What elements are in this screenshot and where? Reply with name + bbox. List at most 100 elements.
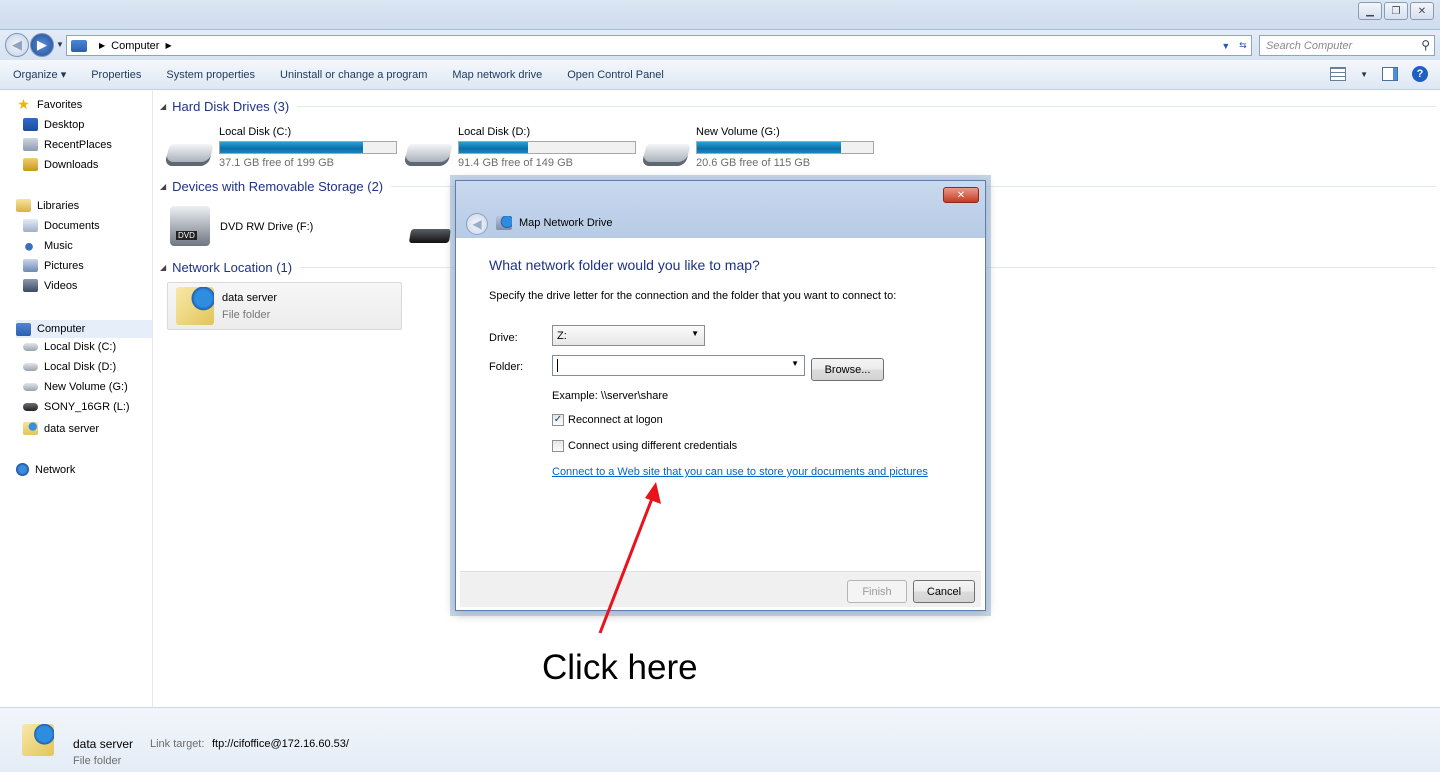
sidebar-item-label: Music xyxy=(44,239,73,252)
text-caret xyxy=(557,359,558,372)
uninstall-program-button[interactable]: Uninstall or change a program xyxy=(267,69,439,81)
view-dropdown-icon[interactable]: ▼ xyxy=(1360,70,1368,79)
computer-icon xyxy=(16,322,31,336)
close-icon[interactable]: ✕ xyxy=(1410,2,1434,20)
annotation-arrow-head xyxy=(645,482,661,504)
sidebar-item-disk-d[interactable]: Local Disk (D:) xyxy=(23,361,116,373)
network-location-tile[interactable]: data server File folder xyxy=(167,282,402,330)
sidebar-item-music[interactable]: Music xyxy=(23,239,73,252)
map-network-drive-button[interactable]: Map network drive xyxy=(439,69,554,81)
minimize-icon[interactable]: ▁ xyxy=(1358,2,1382,20)
organize-menu[interactable]: Organize ▾ xyxy=(0,68,78,81)
web-site-link[interactable]: Connect to a Web site that you can use t… xyxy=(552,466,928,478)
sidebar-item-recent-places[interactable]: RecentPlaces xyxy=(23,138,112,151)
reconnect-checkbox-row[interactable]: ✓ Reconnect at logon xyxy=(552,414,663,426)
usb-drive-icon[interactable] xyxy=(408,229,452,243)
sidebar-item-data-server[interactable]: data server xyxy=(23,422,99,435)
help-icon[interactable]: ? xyxy=(1412,66,1428,82)
browse-button[interactable]: Browse... xyxy=(811,358,884,381)
forward-button[interactable]: ▶ xyxy=(30,33,54,57)
breadcrumb-computer[interactable]: Computer xyxy=(111,40,159,52)
sidebar-item-network[interactable]: Network xyxy=(16,463,75,476)
cancel-button[interactable]: Cancel xyxy=(913,580,975,603)
drive-tile-d[interactable]: Local Disk (D:) 91.4 GB free of 149 GB xyxy=(403,126,636,176)
sidebar-item-sony-l[interactable]: SONY_16GR (L:) xyxy=(23,401,130,413)
refresh-icon[interactable]: ⇆ xyxy=(1239,40,1247,51)
sidebar-item-downloads[interactable]: Downloads xyxy=(23,158,98,171)
system-properties-button[interactable]: System properties xyxy=(153,69,267,81)
sidebar-item-documents[interactable]: Documents xyxy=(23,219,100,232)
sidebar-item-pictures[interactable]: Pictures xyxy=(23,259,84,272)
drive-usage-bar xyxy=(219,141,397,154)
properties-button[interactable]: Properties xyxy=(78,69,153,81)
search-input[interactable]: Search Computer ⚲ xyxy=(1259,35,1435,56)
dialog-close-button[interactable]: ✕ xyxy=(943,187,979,203)
restore-icon[interactable]: ❐ xyxy=(1384,2,1408,20)
sidebar-item-computer[interactable]: Computer xyxy=(16,320,152,338)
reconnect-checkbox[interactable]: ✓ xyxy=(552,414,564,426)
search-icon[interactable]: ⚲ xyxy=(1421,38,1430,52)
recent-places-icon xyxy=(23,138,38,151)
credentials-label: Connect using different credentials xyxy=(568,440,738,452)
sidebar-item-desktop[interactable]: Desktop xyxy=(23,118,84,131)
dialog-title: Map Network Drive xyxy=(519,217,613,229)
drive-name: New Volume (G:) xyxy=(696,126,780,138)
drive-tile-c[interactable]: Local Disk (C:) 37.1 GB free of 199 GB xyxy=(164,126,397,176)
network-icon xyxy=(16,463,29,476)
back-button[interactable]: ◀ xyxy=(5,33,29,57)
drive-letter-select[interactable]: Z: ▼ xyxy=(552,325,705,346)
change-view-icon[interactable] xyxy=(1330,67,1347,81)
sidebar-item-label: Computer xyxy=(37,323,86,335)
credentials-checkbox[interactable] xyxy=(552,440,564,452)
search-placeholder: Search Computer xyxy=(1266,39,1353,52)
sidebar-item-libraries[interactable]: Libraries xyxy=(16,199,79,212)
chevron-down-icon[interactable]: ▼ xyxy=(791,359,799,368)
sidebar-item-label: data server xyxy=(44,422,100,435)
network-location-type: File folder xyxy=(222,309,271,321)
open-control-panel-button[interactable]: Open Control Panel xyxy=(554,69,676,81)
dialog-back-button[interactable]: ◀ xyxy=(466,213,488,235)
collapse-triangle-icon[interactable]: ◢ xyxy=(160,102,166,111)
sidebar-item-label: Favorites xyxy=(37,98,83,111)
drive-label: Drive: xyxy=(489,332,518,344)
collapse-triangle-icon[interactable]: ◢ xyxy=(160,182,166,191)
drive-free-space: 91.4 GB free of 149 GB xyxy=(458,157,573,169)
group-title: Network Location (1) xyxy=(172,260,293,275)
reconnect-label: Reconnect at logon xyxy=(568,414,663,426)
group-header-hard-disks[interactable]: ◢ Hard Disk Drives (3) xyxy=(160,99,1436,114)
dvd-drive-label[interactable]: DVD RW Drive (F:) xyxy=(220,221,313,233)
preview-pane-icon[interactable] xyxy=(1382,67,1398,81)
credentials-checkbox-row[interactable]: Connect using different credentials xyxy=(552,440,737,452)
sidebar-item-videos[interactable]: Videos xyxy=(23,279,77,292)
details-pane: data server Link target: ftp://cifoffice… xyxy=(0,707,1440,772)
sidebar-item-label: Local Disk (C:) xyxy=(44,341,117,353)
sidebar-item-label: Pictures xyxy=(44,259,84,272)
collapse-triangle-icon[interactable]: ◢ xyxy=(160,263,166,272)
chevron-right-icon[interactable]: ▶ xyxy=(99,41,105,50)
hard-disk-icon xyxy=(23,343,38,351)
sidebar-item-label: Network xyxy=(35,463,76,476)
sidebar-item-volume-g[interactable]: New Volume (G:) xyxy=(23,381,128,393)
network-folder-icon xyxy=(22,724,54,756)
finish-button[interactable]: Finish xyxy=(847,580,907,603)
drive-letter-value: Z: xyxy=(557,329,567,342)
sidebar-item-label: Videos xyxy=(44,279,78,292)
recent-pages-dropdown-icon[interactable]: ▼ xyxy=(56,40,64,49)
chevron-right-icon[interactable]: ▶ xyxy=(165,41,171,50)
dialog-footer: Finish Cancel xyxy=(460,571,981,607)
sidebar-item-label: Desktop xyxy=(44,118,85,131)
sidebar-item-disk-c[interactable]: Local Disk (C:) xyxy=(23,341,116,353)
sidebar-item-label: New Volume (G:) xyxy=(44,381,128,393)
sidebar-item-favorites[interactable]: ★ Favorites xyxy=(16,97,83,111)
address-history-dropdown-icon[interactable]: ▼ xyxy=(1221,41,1230,51)
dvd-drive-icon[interactable]: DVD xyxy=(170,206,210,246)
folder-input[interactable]: ▼ xyxy=(552,355,805,376)
drive-free-space: 37.1 GB free of 199 GB xyxy=(219,157,334,169)
computer-icon xyxy=(71,39,87,52)
dialog-titlebar: ✕ ◀ Map Network Drive xyxy=(456,181,985,238)
hard-disk-icon xyxy=(641,144,691,166)
drive-tile-g[interactable]: New Volume (G:) 20.6 GB free of 115 GB xyxy=(641,126,874,176)
chevron-down-icon[interactable]: ▼ xyxy=(691,329,699,338)
network-folder-icon xyxy=(176,287,214,325)
address-bar[interactable]: ▶ Computer ▶ ▼ ⇆ xyxy=(66,35,1252,56)
